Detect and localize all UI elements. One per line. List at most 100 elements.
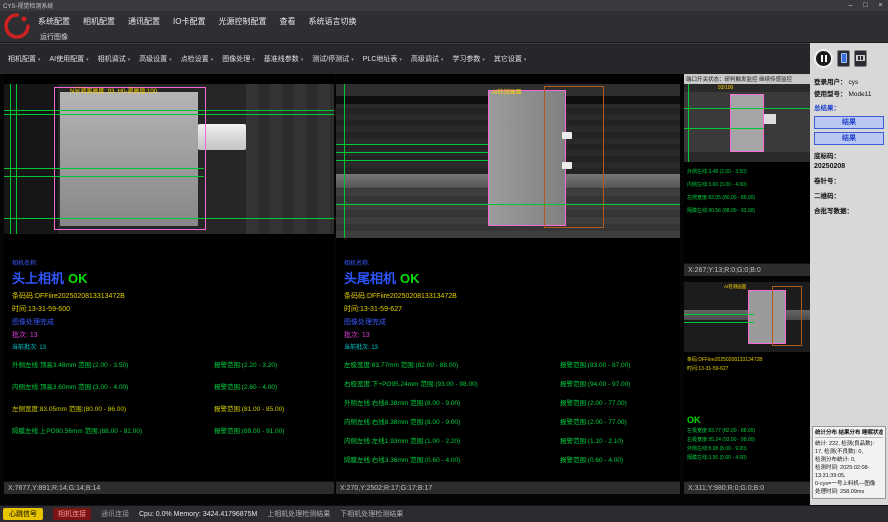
- measurement-alarm: 报警范围:(89.00 - 91.00): [214, 425, 330, 435]
- statistics-line: 检测时间: 2025:02:08-: [815, 464, 883, 472]
- tab-learning-params[interactable]: 学习参数: [449, 50, 488, 68]
- measurement-row: 外侧左线:顶高3.48mm 范围:(2.00 - 3.50) 报警范围:(2.2…: [12, 359, 330, 369]
- batch-write-label: 合批写数据：: [814, 207, 853, 216]
- measurement-alarm: 报警范围:(83.00 - 87.00): [560, 359, 676, 369]
- menu-item-comm-config[interactable]: 通讯配置: [128, 16, 160, 27]
- tab-test-toggle[interactable]: 测试/停测试: [309, 50, 356, 68]
- menu-item-light-config[interactable]: 光源控制配置: [218, 16, 266, 27]
- left-result-info: 相机名称: 头上相机 OK 条码码:DFFiire202502081331347…: [12, 258, 330, 447]
- measurement-text: 内侧左线:顶高3.60mm 范围:(3.00 - 4.00): [12, 381, 214, 391]
- image-region: [684, 84, 810, 92]
- overlay-line: [336, 204, 680, 205]
- chevron-down-icon: [38, 56, 41, 63]
- tab-image-processing[interactable]: 图像处理: [219, 50, 258, 68]
- menu-item-io-config[interactable]: IO卡配置: [173, 16, 205, 27]
- batch-sub-text: 当前批次: 13: [344, 342, 676, 351]
- model-label: 使用型号：: [814, 90, 847, 99]
- measurement-row: 内侧左线:右线8.38mm 范围:(8.00 - 9.00) 报警范围:(2.0…: [344, 416, 676, 426]
- batch-text: 批次: 13: [344, 330, 676, 340]
- pixel-coords-bar: X:270,Y:2502;R:17;G:17;B:17: [336, 481, 680, 494]
- tab-other-settings[interactable]: 其它设置: [491, 50, 530, 68]
- measurement-row: 内侧左线:顶高3.60mm 范围:(3.00 - 4.00) 报警范围:(2.6…: [12, 381, 330, 391]
- maximize-button[interactable]: □: [858, 0, 873, 11]
- tab-plc-table[interactable]: PLC地址表: [360, 50, 405, 68]
- overlay-line: [336, 152, 488, 153]
- app-window: CYS-视觉检测系统 – □ × 系统配置 相机配置 通讯配置 IO卡配置 光源…: [0, 0, 888, 522]
- image-region: [684, 152, 810, 162]
- overlay-line: [4, 110, 334, 111]
- toolbar: 相机配置 AI使用配置 相机调试 高级设置 点检设置 图像处理 基准线参数 测试…: [0, 43, 810, 74]
- login-user-label: 登录用户：: [814, 78, 847, 87]
- overlay-line: [688, 84, 689, 162]
- menu-item-view[interactable]: 查看: [279, 16, 295, 27]
- menu-item-language[interactable]: 系统语言切换: [308, 16, 356, 27]
- minimize-button[interactable]: –: [843, 0, 858, 11]
- statistics-line: 17, 检测(不良数): 0,: [815, 448, 883, 456]
- measurement-text: 右极宽度:下+PO95.24mm 范围:(93.00 - 98.00): [344, 378, 560, 388]
- preview-barcode-line: 条码:DFFiire2025020813313472B: [687, 356, 807, 365]
- measurement-text: 左极宽度:83.77mm 范围:(82.00 - 88.00): [344, 359, 560, 369]
- chevron-down-icon: [252, 56, 255, 63]
- measurement-text: 内侧左线:左线1.93mm 范围:(1.00 - 2.20): [344, 435, 560, 445]
- ai-roi-box: [544, 86, 604, 228]
- measurement-alarm: 报警范围:(94.00 - 97.00): [560, 378, 676, 388]
- preview-measure-line: 右极宽度:95.24 (93.00 - 98.00): [687, 436, 807, 445]
- menu-item-system-config[interactable]: 系统配置: [38, 16, 70, 27]
- tab-spot-check[interactable]: 点检设置: [178, 50, 217, 68]
- measurement-alarm: 报警范围:(2.20 - 3.20): [214, 359, 330, 369]
- overlay-line: [4, 168, 204, 169]
- overlay-line: [4, 114, 334, 115]
- tab-camera-debug[interactable]: 相机调试: [95, 50, 134, 68]
- tab-advanced-settings[interactable]: 高级设置: [136, 50, 175, 68]
- camera-connection-badge: 相机连接: [53, 508, 91, 520]
- statistics-line: 处理时间: 258.09ms: [815, 488, 883, 496]
- camera-name-row: 头上相机 OK: [12, 268, 330, 287]
- statistics-line: 检测分布统计: 0,: [815, 456, 883, 464]
- mid-camera-image[interactable]: AI检测画面: [336, 84, 680, 238]
- camera-tag-label: 相机名称:: [344, 258, 676, 267]
- bright-spot: [562, 132, 572, 139]
- measurement-alarm: 报警范围:(81.00 - 85.00): [214, 403, 330, 413]
- title-bar: CYS-视觉检测系统 – □ ×: [0, 0, 888, 11]
- tab-baseline-params[interactable]: 基准线参数: [261, 50, 307, 68]
- statistics-line: 0-cys=一号上料机—图像: [815, 480, 883, 488]
- chevron-down-icon: [86, 56, 89, 63]
- measurement-text: 内侧左线:右线8.38mm 范围:(8.00 - 9.00): [344, 416, 560, 426]
- keyboard-button[interactable]: [854, 50, 867, 67]
- right-sidebar: 登录用户： cys 使用型号： Mode11 总结果： 结果 结果 底标码： 2…: [810, 43, 888, 505]
- preview-measure-line: 内侧左线:3.60 (3.00 - 4.00): [687, 179, 807, 192]
- measure-overlay-label: N号剥离高度: 93. H0-剥高值:100: [70, 86, 157, 95]
- preview-measure-line: 隔膜左线:3.36 (0.60 - 4.00): [687, 454, 807, 463]
- device-button[interactable]: [837, 50, 850, 67]
- camera-tag-label: 相机名称:: [12, 258, 330, 267]
- run-image-label[interactable]: 运行图像: [40, 32, 68, 42]
- barcode-text: 条码码:DFFiire2025020813313472B: [12, 291, 330, 301]
- preview-measure-line: 外侧左线:8.38 (8.00 - 9.00): [687, 445, 807, 454]
- preview-result-status: OK: [687, 416, 807, 425]
- lower-camera-result-label: 下相机处理检测结果: [340, 509, 403, 519]
- preview-measure-line: 外侧左线:3.48 (2.00 - 3.50): [687, 166, 807, 179]
- tab-camera-config[interactable]: 相机配置: [5, 50, 44, 68]
- chevron-down-icon: [351, 56, 354, 63]
- measurement-row: 隔膜左线:上PO90.56mm 范围:(88.00 - 92.00) 报警范围:…: [12, 425, 330, 435]
- menu-item-camera-config[interactable]: 相机配置: [83, 16, 115, 27]
- pause-button[interactable]: [814, 49, 833, 68]
- window-controls: – □ ×: [843, 0, 888, 11]
- barcode-text: 条码码:DFFiire2025020813313472B: [344, 291, 676, 301]
- preview-camera-image-bottom[interactable]: AI检测画面: [684, 282, 810, 352]
- left-camera-image[interactable]: N号剥离高度: 93. H0-剥高值:100: [4, 84, 334, 234]
- preview-camera-image-top[interactable]: 93/100: [684, 84, 810, 162]
- main-area: 端口开关状态：研判触发监控 继续传感监控 N号剥离高度: 93. H0-剥高值:…: [0, 74, 810, 505]
- bottom-code-value: 20250208: [814, 162, 884, 171]
- chevron-down-icon: [482, 56, 485, 63]
- tab-advanced-debug[interactable]: 高级调试: [408, 50, 447, 68]
- measurement-alarm: 报警范围:(1.10 - 2.10): [560, 435, 676, 445]
- comm-connection-badge: 通讯连接: [101, 509, 129, 519]
- device-screen-icon: [841, 53, 847, 63]
- close-button[interactable]: ×: [873, 0, 888, 11]
- tab-ai-config[interactable]: AI使用配置: [47, 50, 92, 68]
- preview-measure-line: 左侧宽度:83.05 (80.00 - 86.00): [687, 192, 807, 205]
- cell-region: [730, 94, 764, 152]
- overlay-line: [10, 84, 11, 234]
- upper-camera-result-label: 上相机处理检测结果: [267, 509, 330, 519]
